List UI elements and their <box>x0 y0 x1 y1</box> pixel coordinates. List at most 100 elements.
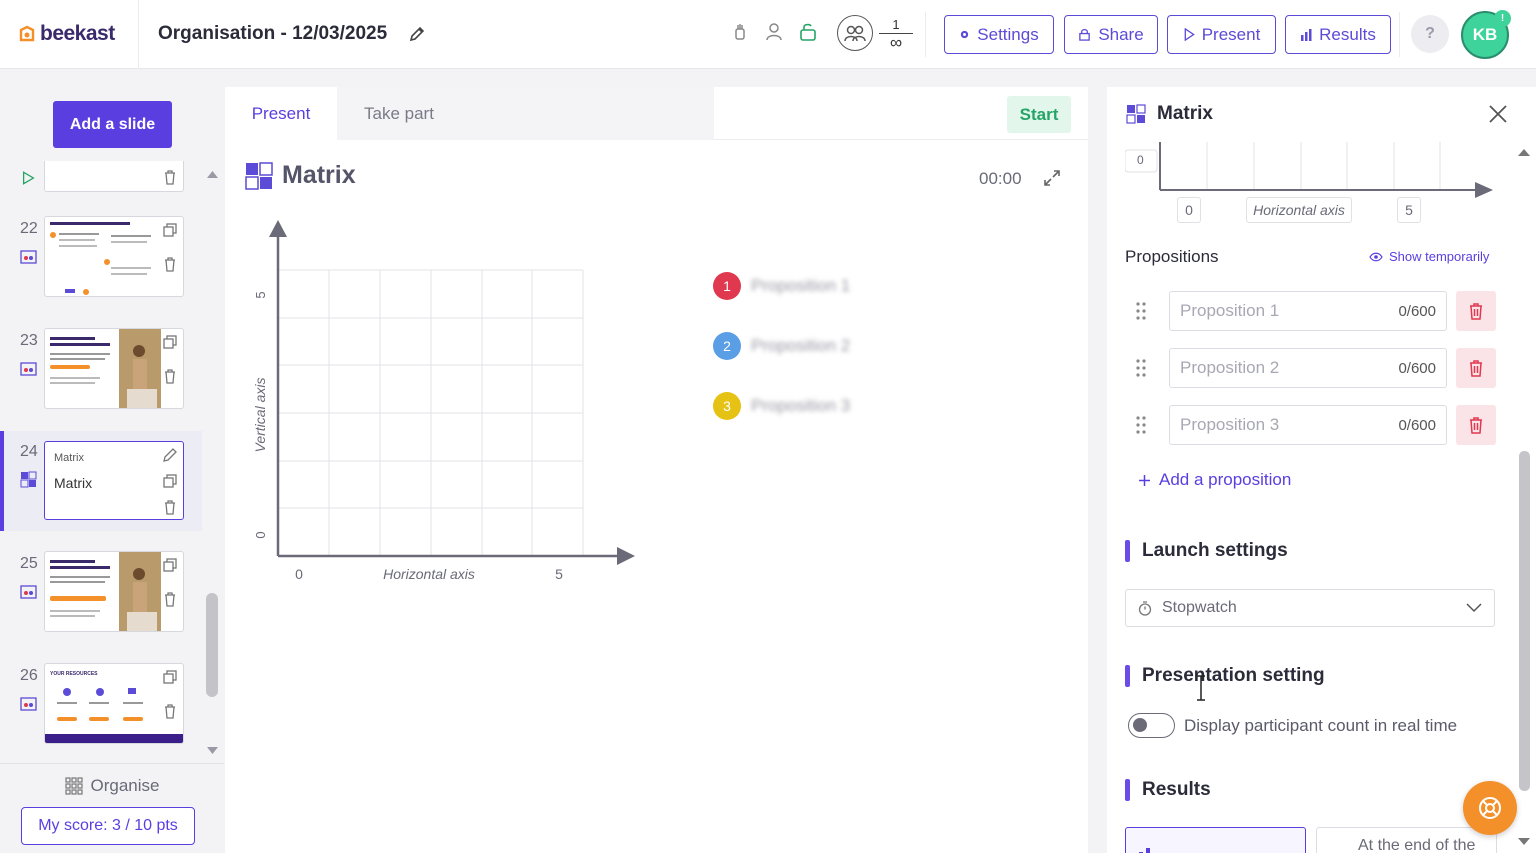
delete-proposition-button[interactable] <box>1456 405 1496 445</box>
add-slide-button[interactable]: Add a slide <box>53 101 172 148</box>
presentation-title[interactable]: Organisation - 12/03/2025 <box>158 23 387 45</box>
beekast-logo[interactable]: beekast <box>18 22 138 46</box>
preview-tabs: Present Take part Start <box>225 87 1088 140</box>
horizontal-max-field[interactable]: 5 <box>1397 197 1421 223</box>
scroll-up-icon[interactable] <box>206 169 219 179</box>
settings-button[interactable]: Settings <box>944 15 1054 54</box>
panel-scrollbar[interactable] <box>1519 451 1530 791</box>
results-option-2[interactable]: At the end of the <box>1316 827 1497 853</box>
add-proposition-label: Add a proposition <box>1159 470 1292 489</box>
unlock-icon[interactable] <box>798 22 818 42</box>
header-divider-3 <box>1399 12 1400 57</box>
duplicate-icon[interactable] <box>162 669 178 685</box>
organise-button[interactable]: Organise <box>0 763 224 807</box>
slide-item-26[interactable]: 26 YOUR RESOURCES <box>0 663 202 753</box>
duplicate-icon[interactable] <box>162 222 178 238</box>
delete-proposition-button[interactable] <box>1456 348 1496 388</box>
tab-take-part[interactable]: Take part <box>337 87 714 140</box>
present-button[interactable]: Present <box>1167 15 1276 54</box>
horizontal-axis-field[interactable]: Horizontal axis <box>1246 197 1352 223</box>
slide-item-25[interactable]: 25 <box>0 551 202 641</box>
slide-type-icon <box>20 697 37 711</box>
results-option-1[interactable] <box>1125 827 1306 853</box>
edit-title-icon[interactable] <box>407 24 427 44</box>
trash-icon[interactable] <box>162 368 178 384</box>
play-icon <box>1184 28 1195 41</box>
slide-number: 24 <box>20 443 38 460</box>
legend-number-badge: 3 <box>713 392 741 420</box>
proposition-input[interactable]: Proposition 2 0/600 <box>1169 348 1447 388</box>
timer: 00:00 <box>979 169 1022 188</box>
results-button[interactable]: Results <box>1285 15 1391 54</box>
sidebar-scrollbar[interactable] <box>206 593 218 697</box>
delete-proposition-button[interactable] <box>1456 291 1496 331</box>
edit-icon[interactable] <box>162 447 178 463</box>
logo-icon <box>19 25 35 42</box>
slide-item-23[interactable]: 23 <box>0 328 202 418</box>
char-counter: 0/600 <box>1398 359 1436 377</box>
y-min-label: 0 <box>253 531 268 538</box>
slide-tools <box>162 169 178 185</box>
thumbnail-type-label: Matrix <box>54 452 84 464</box>
horizontal-min-field[interactable]: 0 <box>1177 197 1201 223</box>
trash-icon <box>1470 417 1482 434</box>
drag-handle-icon[interactable] <box>1135 301 1147 321</box>
present-label: Present <box>1201 24 1261 44</box>
horizontal-axis-arrow <box>617 547 635 565</box>
participants-current: 1 <box>892 16 900 32</box>
proposition-input[interactable]: Proposition 3 0/600 <box>1169 405 1447 445</box>
trash-icon <box>1470 303 1482 320</box>
results-label: Results <box>1319 24 1376 44</box>
duplicate-icon[interactable] <box>162 334 178 350</box>
lock-icon <box>1079 28 1091 41</box>
fullscreen-icon[interactable] <box>1043 169 1061 187</box>
participant-counter[interactable]: 1 ∞ <box>837 15 913 51</box>
drag-handle-icon[interactable] <box>1135 358 1147 378</box>
trash-icon[interactable] <box>162 703 178 719</box>
slide-item-24[interactable]: 24 Matrix Matrix <box>0 431 202 531</box>
panel-header: Matrix <box>1107 87 1536 141</box>
organise-label: Organise <box>90 775 160 795</box>
trash-icon[interactable] <box>162 499 178 515</box>
drag-handle-icon[interactable] <box>1135 415 1147 435</box>
header-divider-2 <box>925 12 926 57</box>
user-avatar[interactable]: KB ! <box>1461 10 1511 59</box>
matrix-grid <box>278 269 584 556</box>
raise-hand-icon[interactable] <box>730 22 750 42</box>
trash-icon[interactable] <box>162 256 178 272</box>
user-icon[interactable] <box>764 22 784 42</box>
slide-tools <box>162 334 178 384</box>
trash-icon[interactable] <box>162 591 178 607</box>
duplicate-icon[interactable] <box>162 557 178 573</box>
gear-icon <box>961 30 969 39</box>
launch-mode-select[interactable]: Stopwatch <box>1125 589 1495 627</box>
trash-icon <box>1470 360 1482 377</box>
plus-icon <box>1139 474 1150 486</box>
help-chat-button[interactable] <box>1463 781 1517 835</box>
presentation-setting-heading: Presentation setting <box>1125 665 1325 687</box>
proposition-input[interactable]: Proposition 1 0/600 <box>1169 291 1447 331</box>
my-score-button[interactable]: My score: 3 / 10 pts <box>21 807 195 845</box>
slide-item-21[interactable] <box>0 161 202 201</box>
proposition-placeholder: Proposition 3 <box>1180 415 1280 434</box>
tab-present[interactable]: Present <box>225 87 337 140</box>
add-proposition-button[interactable]: Add a proposition <box>1138 470 1291 490</box>
duplicate-icon[interactable] <box>162 473 178 489</box>
vertical-axis-arrow <box>269 220 287 237</box>
participant-fraction: 1 ∞ <box>879 16 913 51</box>
share-button[interactable]: Share <box>1064 15 1158 54</box>
participant-count-toggle[interactable] <box>1128 713 1175 738</box>
close-icon[interactable] <box>1488 104 1508 124</box>
bar-chart-icon <box>1301 28 1312 41</box>
slide-item-22[interactable]: 22 <box>0 216 202 306</box>
trash-icon[interactable] <box>162 169 178 185</box>
panel-scroll-down-icon[interactable] <box>1517 837 1531 847</box>
help-button[interactable]: ? <box>1411 15 1449 53</box>
start-button[interactable]: Start <box>1007 96 1071 133</box>
show-temporarily-link[interactable]: Show temporarily <box>1369 249 1489 264</box>
matrix-type-icon <box>20 471 37 488</box>
legend-item: 2 Proposition 2 <box>713 316 850 376</box>
scroll-down-icon[interactable] <box>206 746 219 756</box>
panel-scroll-up-icon[interactable] <box>1517 147 1531 157</box>
vertical-min-field[interactable]: 0 <box>1137 153 1144 167</box>
